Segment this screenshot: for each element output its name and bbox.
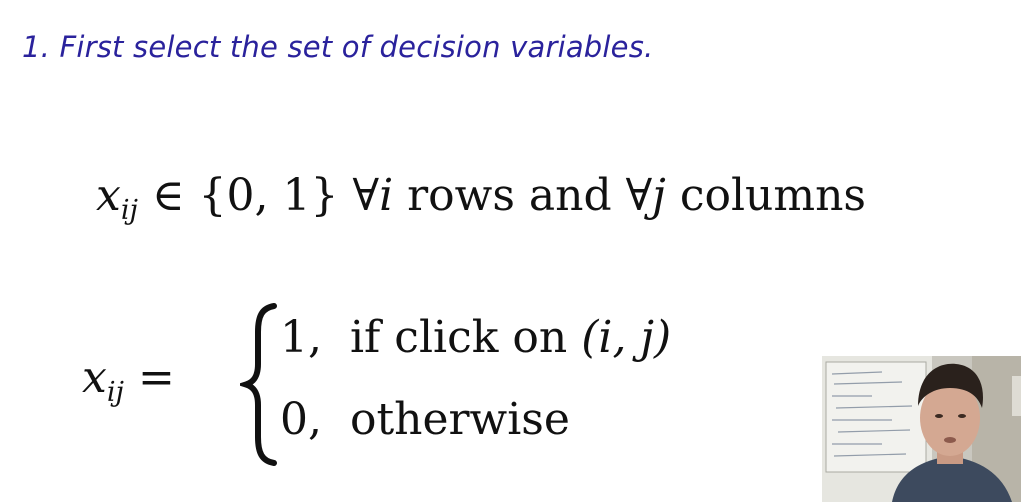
var-subscript: ij xyxy=(120,194,139,226)
decision-variable-domain: xij ∈ {0, 1} ∀i rows and ∀j columns xyxy=(96,170,866,226)
case-two: 0, otherwise xyxy=(280,394,570,445)
var-subscript: ij xyxy=(106,376,125,408)
index-i: i xyxy=(379,170,394,221)
case-one: 1, if click on (i, j) xyxy=(280,312,671,363)
left-brace-icon xyxy=(240,303,277,466)
index-j: j xyxy=(652,170,666,221)
presenter-webcam-thumbnail xyxy=(822,356,1021,502)
columns-text: columns xyxy=(665,170,866,221)
equals-sign: = xyxy=(124,352,175,403)
slide-heading: 1. First select the set of decision vari… xyxy=(22,30,654,64)
case-one-value: 1, xyxy=(280,312,322,363)
case-two-value: 0, xyxy=(280,394,322,445)
var-x: x xyxy=(96,170,121,221)
case-one-args: (i, j) xyxy=(581,312,672,363)
piecewise-lhs: xij = xyxy=(82,352,175,408)
presenter-video-icon xyxy=(822,356,1021,502)
rows-text: rows and xyxy=(393,170,626,221)
forall-symbol: ∀ xyxy=(352,170,380,221)
case-one-condition: if click on xyxy=(321,312,582,363)
forall-symbol: ∀ xyxy=(625,170,653,221)
membership-set: ∈ {0, 1} xyxy=(138,170,353,221)
case-two-condition: otherwise xyxy=(321,394,570,445)
var-x: x xyxy=(82,352,107,403)
